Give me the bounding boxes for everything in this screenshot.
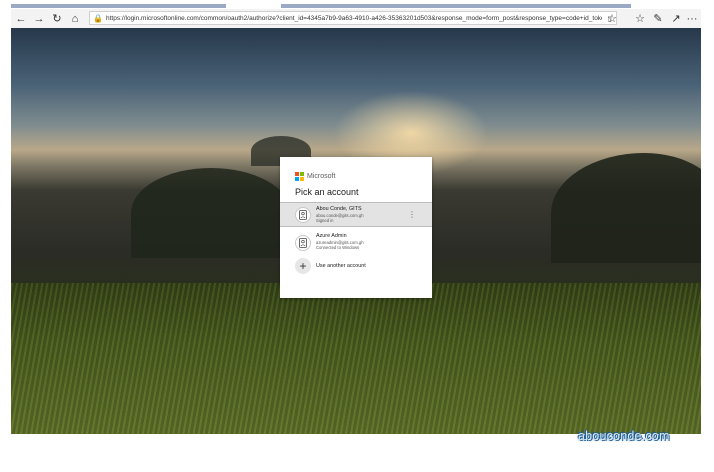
account-name: Abou Conde, GITS <box>316 206 362 212</box>
refresh-button[interactable]: ↻ <box>48 10 66 27</box>
web-note-button[interactable]: ✎ <box>649 10 667 27</box>
favorites-hub-button[interactable]: ☆ <box>631 10 649 27</box>
pen-icon: ✎ <box>653 13 663 25</box>
microsoft-logo-icon <box>295 172 304 181</box>
background-hill <box>131 168 291 258</box>
background-grass <box>11 283 701 434</box>
forward-button[interactable]: → <box>30 10 48 27</box>
account-avatar-icon <box>295 206 311 223</box>
plus-icon: + <box>295 257 311 274</box>
account-options-icon[interactable]: ⋮ <box>408 209 416 221</box>
back-button[interactable]: ← <box>12 10 30 27</box>
back-arrow-icon: ← <box>15 12 27 25</box>
lock-icon: 🔒 <box>93 13 103 23</box>
more-icon: ··· <box>686 12 698 25</box>
watermark-text: abouconde.com <box>578 429 670 443</box>
logo-square <box>300 172 304 176</box>
logo-square <box>295 177 299 181</box>
account-item-abou-conde[interactable]: Abou Conde, GITS abou.conde@gits.com.gh … <box>280 202 432 227</box>
background-hill <box>551 153 701 263</box>
address-bar[interactable]: 🔒 ▯ <box>89 11 617 25</box>
browser-toolbar: ← → ↻ ⌂ 🔒 ▯ ☆ ☆ ✎ ↗ ··· <box>11 9 701 29</box>
signin-card: Microsoft Pick an account Abou Conde, GI… <box>280 157 432 298</box>
use-another-account-button[interactable]: + Use another account <box>280 253 432 278</box>
account-status: Connected to Windows <box>316 245 360 250</box>
microsoft-brand: Microsoft <box>295 172 335 181</box>
logo-square <box>300 177 304 181</box>
logo-square <box>295 172 299 176</box>
account-details: Abou Conde, GITS abou.conde@gits.com.gh … <box>316 206 364 224</box>
share-icon: ↗ <box>671 13 681 25</box>
account-status: Signed in <box>316 218 334 223</box>
url-input[interactable] <box>104 12 604 24</box>
home-button[interactable]: ⌂ <box>66 10 84 27</box>
account-item-azure-admin[interactable]: Azure Admin azureadmin@gits.com.gh Conne… <box>280 230 432 255</box>
use-another-account-label: Use another account <box>316 262 366 269</box>
page-title: Pick an account <box>295 187 359 197</box>
refresh-icon: ↻ <box>52 13 62 25</box>
more-button[interactable]: ··· <box>683 10 701 27</box>
favorites-icon: ☆ <box>635 13 645 25</box>
tab-indicator[interactable] <box>281 4 631 8</box>
star-icon: ☆ <box>607 13 617 25</box>
home-icon: ⌂ <box>71 12 79 25</box>
account-details: Azure Admin azureadmin@gits.com.gh Conne… <box>316 233 364 251</box>
forward-arrow-icon: → <box>33 12 45 25</box>
favorite-button[interactable]: ☆ <box>603 10 621 27</box>
tab-indicator[interactable] <box>11 4 226 8</box>
brand-name: Microsoft <box>307 173 336 180</box>
account-avatar-icon <box>295 234 311 251</box>
